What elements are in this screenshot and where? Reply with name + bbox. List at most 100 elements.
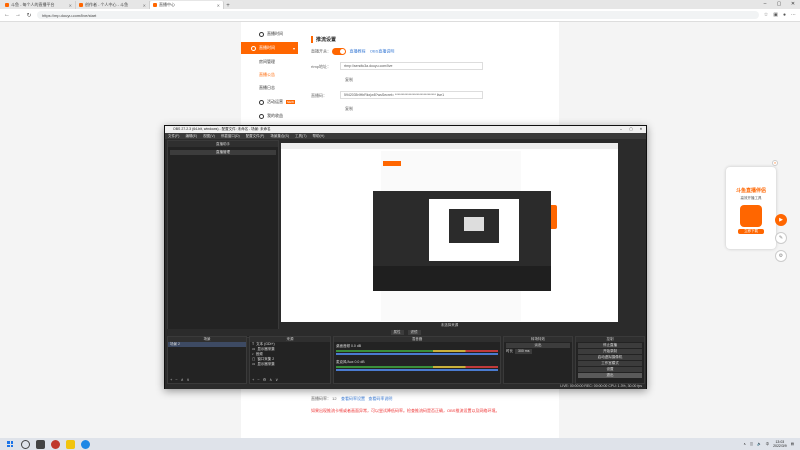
virtual-camera-button[interactable]: 启动虚拟摄像机 [578, 355, 642, 360]
remove-icon[interactable]: − [175, 377, 177, 382]
close-window-icon[interactable]: ✕ [786, 0, 800, 9]
reload-icon[interactable]: ↻ [26, 12, 32, 19]
duration-value[interactable]: 300 ms [515, 349, 533, 354]
bitrate-settings-link[interactable]: 查看码率设置 [341, 396, 365, 401]
nested-active-item [383, 161, 401, 166]
exit-button[interactable]: 退出 [578, 373, 642, 378]
volume-icon[interactable]: 🔈 [757, 442, 761, 446]
new-badge: NEW [286, 100, 295, 104]
dock-header: 直播助手 [168, 141, 278, 147]
obs-title: OBS 27.2.3 (64-bit, windows) - 配置文件: 未命名… [173, 127, 271, 131]
menu-tools[interactable]: 工具(T) [295, 133, 306, 139]
channel-db: 0.0 dB [354, 360, 365, 364]
more-icon[interactable]: ⋯ [791, 12, 796, 18]
menu-docks[interactable]: 停靠窗口(D) [221, 133, 240, 139]
remove-icon[interactable]: − [257, 377, 259, 382]
dock-manage-button[interactable]: 直播管理 [170, 150, 276, 155]
add-icon[interactable]: + [252, 377, 254, 382]
up-icon[interactable]: ∧ [269, 377, 272, 382]
menu-edit[interactable]: 编辑(E) [185, 133, 197, 139]
sidebar-subitem[interactable]: 房间管理 [241, 56, 298, 68]
rtmp-url-field[interactable]: rtmp://sendtc3a.douyu.com/live [340, 62, 483, 70]
bitrate-help-link[interactable]: 查看码率说明 [368, 396, 392, 401]
copy-rtmp-button[interactable]: 复制 [345, 77, 353, 83]
close-icon[interactable]: ✕ [636, 126, 646, 133]
settings-button[interactable]: 设置 [578, 367, 642, 372]
url-input[interactable]: https://mp.douyu.com/live/start [37, 11, 759, 19]
windows-start-icon[interactable] [5, 439, 15, 449]
live-float-icon[interactable]: ▶ [775, 214, 787, 226]
minimize-icon[interactable]: – [616, 126, 626, 133]
feedback-icon[interactable]: ✎ [775, 232, 787, 244]
menu-file[interactable]: 文件(F) [168, 133, 179, 139]
star-icon[interactable]: ☆ [764, 12, 768, 18]
browser-tab[interactable]: 斗鱼 - 每个人的直播平台 ✕ [2, 1, 76, 9]
explorer-icon[interactable] [66, 439, 75, 449]
sidebar-item-label: 房间管理 [259, 59, 275, 64]
menu-view[interactable]: 视图(V) [203, 133, 215, 139]
widget-close-icon[interactable]: × [772, 160, 778, 166]
profile-icon[interactable]: ● [783, 12, 786, 18]
start-recording-button[interactable]: 开始录制 [578, 349, 642, 354]
live-toggle[interactable] [332, 48, 347, 55]
settings-icon[interactable]: ⚙ [775, 250, 787, 262]
minimize-icon[interactable]: – [758, 0, 772, 9]
obs-preview[interactable] [281, 143, 618, 322]
volume-slider[interactable] [336, 369, 498, 371]
tutorial-link[interactable]: 直播教程 [349, 49, 365, 54]
up-icon[interactable]: ∧ [181, 377, 184, 382]
stop-stream-button[interactable]: 停止直播 [578, 343, 642, 348]
source-item[interactable]: ▭ 显示器采集 [250, 362, 330, 367]
close-icon[interactable]: ✕ [143, 3, 146, 8]
clock-date: 2022/3/9 [773, 444, 787, 448]
sidebar-item[interactable]: 直播时间 [241, 28, 298, 40]
sidebar-item-active[interactable]: 直播时间 ▾ [241, 42, 298, 54]
stream-code-label: 直播码： [311, 93, 327, 98]
download-widget[interactable]: 斗鱼直播伴侣 高效开播工具 立即下载 [726, 167, 776, 249]
studio-mode-button[interactable]: 工作室模式 [578, 361, 642, 366]
scenes-footer: + − ∧ ∨ [170, 377, 190, 382]
add-icon[interactable]: + [170, 377, 172, 382]
filters-button[interactable]: 滤镜 [407, 330, 421, 335]
scene-item[interactable]: 场景 2 [168, 342, 246, 347]
sidebar-item[interactable]: 我的收益 [241, 110, 298, 122]
edge-icon[interactable] [81, 439, 90, 449]
gear-icon[interactable]: ⚙ [263, 377, 267, 382]
maximize-icon[interactable]: ▢ [626, 126, 636, 133]
down-icon[interactable]: ∨ [187, 377, 190, 382]
forward-icon[interactable]: → [15, 12, 21, 18]
notification-icon[interactable]: ▤ [791, 442, 794, 446]
obs-guide-link[interactable]: OBS直播说明 [370, 49, 394, 54]
sidebar-item-label: 直播日志 [259, 85, 275, 90]
nested-obs [373, 191, 551, 291]
stream-code-field[interactable]: 5942035rIHbRkx|w8?wsSecret= ************… [340, 91, 483, 99]
copy-code-button[interactable]: 复制 [345, 106, 353, 112]
sidebar-subitem-current[interactable]: 直播公告 [241, 69, 298, 81]
back-icon[interactable]: ← [4, 12, 10, 18]
properties-button[interactable]: 属性 [390, 330, 404, 335]
transition-select[interactable]: 淡出 [506, 343, 570, 348]
network-icon[interactable]: ◫ [750, 442, 753, 446]
search-icon[interactable] [21, 439, 30, 449]
volume-slider[interactable] [336, 353, 498, 355]
collections-icon[interactable]: ▣ [773, 12, 778, 18]
sidebar-subitem[interactable]: 直播日志 [241, 82, 298, 94]
sidebar-item[interactable]: 活动运营 NEW [241, 96, 298, 108]
down-icon[interactable]: ∨ [275, 377, 278, 382]
browser-tab-active[interactable]: 直播中心 ✕ [150, 1, 224, 9]
browser-tab[interactable]: 创作者 - 个人中心 - 斗鱼 ✕ [76, 1, 150, 9]
close-icon[interactable]: ✕ [217, 3, 220, 8]
chevron-up-icon[interactable]: ∧ [743, 442, 746, 446]
task-view-icon[interactable] [36, 439, 45, 449]
close-icon[interactable]: ✕ [69, 3, 72, 8]
maximize-icon[interactable]: ▢ [772, 0, 786, 9]
menu-help[interactable]: 帮助(H) [313, 133, 325, 139]
menu-scene-collection[interactable]: 场景集合(S) [270, 133, 289, 139]
controls-header: 控制 [576, 337, 644, 342]
language-indicator[interactable]: 中 [766, 442, 770, 447]
download-button[interactable]: 立即下载 [738, 229, 764, 234]
clock[interactable]: 13:03 2022/3/9 [773, 440, 787, 448]
obs-taskbar-icon[interactable] [51, 439, 60, 449]
sidebar-item-label: 活动运营 [267, 99, 283, 104]
menu-profile[interactable]: 配置文件(P) [246, 133, 265, 139]
